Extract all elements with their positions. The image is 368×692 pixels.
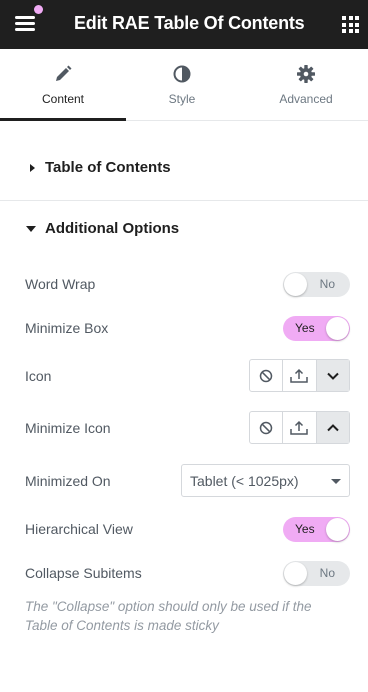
toggle-knob bbox=[326, 317, 349, 340]
minimize-icon-chooser bbox=[249, 411, 350, 444]
section-title: Table of Contents bbox=[45, 159, 171, 176]
chevron-up-icon[interactable] bbox=[316, 412, 349, 443]
minimized-on-label: Minimized On bbox=[25, 473, 111, 489]
minimize-box-label: Minimize Box bbox=[25, 320, 109, 336]
toggle-knob bbox=[284, 562, 307, 585]
panel-tabs: Content Style Advanced bbox=[0, 49, 368, 121]
ban-icon[interactable] bbox=[250, 412, 284, 443]
word-wrap-toggle[interactable]: No bbox=[283, 272, 350, 297]
editor-header: Edit RAE Table Of Contents bbox=[0, 0, 368, 49]
chevron-down-icon[interactable] bbox=[316, 360, 349, 391]
section-table-of-contents[interactable]: Table of Contents bbox=[0, 121, 368, 201]
hierarchical-view-label: Hierarchical View bbox=[25, 521, 133, 537]
caret-right-icon bbox=[30, 164, 35, 172]
minimize-box-toggle[interactable]: Yes bbox=[283, 316, 350, 341]
collapse-subitems-toggle[interactable]: No bbox=[283, 561, 350, 586]
tab-content-label: Content bbox=[41, 92, 85, 106]
gear-icon bbox=[297, 65, 315, 83]
word-wrap-label: Word Wrap bbox=[25, 276, 96, 292]
tab-advanced[interactable]: Advanced bbox=[243, 49, 368, 120]
caret-down-icon bbox=[26, 226, 36, 232]
caret-down-icon bbox=[331, 479, 341, 484]
hierarchical-view-toggle[interactable]: Yes bbox=[283, 517, 350, 542]
half-circle-icon bbox=[173, 65, 191, 83]
toggle-knob bbox=[326, 518, 349, 541]
collapse-note: The "Collapse" option should only be use… bbox=[25, 599, 312, 633]
pencil-icon bbox=[56, 65, 72, 81]
icon-chooser bbox=[249, 359, 350, 392]
tab-style[interactable]: Style bbox=[119, 49, 245, 120]
icon-label: Icon bbox=[25, 368, 52, 384]
toggle-text: No bbox=[319, 566, 335, 580]
tab-advanced-label: Advanced bbox=[279, 92, 333, 106]
tab-content[interactable]: Content bbox=[0, 49, 126, 121]
ban-icon[interactable] bbox=[250, 360, 284, 391]
hamburger-menu-icon[interactable] bbox=[13, 13, 37, 35]
toggle-text: Yes bbox=[295, 522, 315, 536]
section-additional-options[interactable]: Additional Options bbox=[45, 220, 179, 237]
minimize-icon-label: Minimize Icon bbox=[25, 420, 111, 436]
collapse-subitems-label: Collapse Subitems bbox=[25, 565, 142, 581]
notification-dot bbox=[34, 5, 43, 14]
upload-icon[interactable] bbox=[283, 360, 317, 391]
toggle-text: Yes bbox=[295, 321, 315, 335]
panel-title: Edit RAE Table Of Contents bbox=[74, 13, 305, 33]
upload-icon[interactable] bbox=[283, 412, 317, 443]
toggle-text: No bbox=[319, 277, 335, 291]
tab-style-label: Style bbox=[168, 92, 196, 106]
grid-icon[interactable] bbox=[342, 16, 359, 33]
select-value: Tablet (< 1025px) bbox=[190, 473, 299, 489]
toggle-knob bbox=[284, 273, 307, 296]
minimized-on-select[interactable]: Tablet (< 1025px) bbox=[181, 464, 350, 497]
